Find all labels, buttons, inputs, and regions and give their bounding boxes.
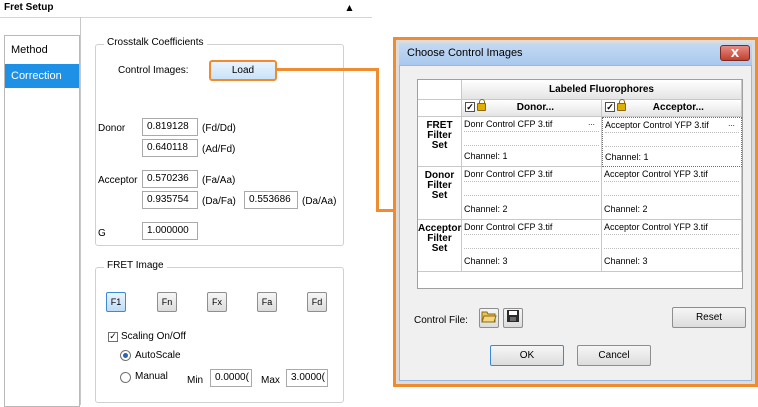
file-name: Donr Control CFP 3.tif [464, 167, 599, 182]
lock-icon [477, 99, 486, 112]
fret-acceptor-cell[interactable]: Acceptor Control YFP 3.tif... Channel: 1 [602, 117, 742, 167]
acceptor-da-fa-unit: (Da/Fa) [202, 196, 236, 207]
donor-fd-dd-unit: (Fd/Dd) [202, 123, 236, 134]
dialog-titlebar: Choose Control Images X [399, 43, 752, 65]
f1-button[interactable]: F1 [106, 292, 126, 312]
cancel-button[interactable]: Cancel [577, 345, 651, 366]
donor-ad-fd-field[interactable]: 0.640118 [142, 139, 198, 157]
fd-button[interactable]: Fd [307, 292, 327, 312]
channel-label: Channel: 1 [464, 151, 508, 161]
scaling-label: Scaling On/Off [121, 331, 186, 342]
blank-row [464, 181, 599, 196]
channel-label: Channel: 3 [604, 256, 648, 266]
connector-line-vertical [376, 68, 379, 212]
min-field[interactable]: 0.0000( [210, 369, 252, 387]
acceptor-da-aa-unit: (Da/Aa) [302, 196, 337, 207]
save-button[interactable] [503, 308, 523, 328]
control-images-label: Control Images: [118, 65, 189, 76]
browse-button[interactable]: ... [726, 119, 737, 131]
close-icon[interactable]: X [720, 45, 750, 61]
g-field[interactable]: 1.000000 [142, 222, 198, 240]
blank-row [605, 132, 739, 147]
manual-label: Manual [135, 371, 168, 382]
row-label-line: Set [431, 190, 448, 201]
channel-label: Channel: 3 [464, 256, 508, 266]
panel-title: Fret Setup [4, 2, 54, 13]
donor-donor-cell[interactable]: Donr Control CFP 3.tif Channel: 2 [462, 167, 602, 220]
manual-radio[interactable] [120, 372, 131, 383]
browse-button[interactable]: ... [586, 118, 597, 130]
channel-label: Channel: 2 [464, 204, 508, 214]
fa-button[interactable]: Fa [257, 292, 277, 312]
row-label-donor: Donor Filter Set [418, 167, 462, 220]
ok-button[interactable]: OK [490, 345, 564, 366]
acceptor-fa-aa-field[interactable]: 0.570236 [142, 170, 198, 188]
row-label-fret: FRET Filter Set [418, 117, 462, 167]
fluorophore-table: Labeled Fluorophores ✓ Donor... ✓ Accept… [417, 79, 743, 289]
row-label-line: Set [431, 243, 448, 254]
panel-title-bar: Fret Setup ▲ [0, 0, 372, 18]
acceptor-column-header[interactable]: ✓ Acceptor... [602, 99, 742, 117]
donor-acceptor-cell[interactable]: Acceptor Control YFP 3.tif Channel: 2 [602, 167, 742, 220]
acceptor-checkbox[interactable]: ✓ [605, 102, 615, 113]
table-corner [418, 80, 462, 100]
donor-column-label: Donor... [516, 102, 555, 113]
g-label: G [98, 228, 106, 239]
donor-ad-fd-unit: (Ad/Fd) [202, 144, 236, 155]
reset-button[interactable]: Reset [672, 307, 746, 328]
blank-row [604, 181, 739, 196]
autoscale-label: AutoScale [135, 350, 181, 361]
divider [80, 17, 81, 405]
max-field[interactable]: 3.0000( [286, 369, 328, 387]
row-label-line: Set [431, 140, 448, 151]
connector-line-horizontal [277, 68, 378, 71]
save-icon [507, 310, 519, 322]
row-label-acceptor: Acceptor Filter Set [418, 220, 462, 272]
donor-label: Donor [98, 123, 126, 134]
acceptor-label: Acceptor [98, 175, 138, 186]
fret-setup-panel: Fret Setup ▲ Method Correction Crosstalk… [0, 0, 372, 407]
acceptor-da-fa-field[interactable]: 0.935754 [142, 191, 198, 209]
sidebar-item-correction[interactable]: Correction [5, 64, 79, 88]
donor-checkbox[interactable]: ✓ [465, 102, 475, 113]
acceptor-column-label: Acceptor... [652, 102, 704, 113]
load-button[interactable]: Load [209, 60, 277, 81]
lock-icon [617, 99, 626, 112]
dialog-title: Choose Control Images [407, 47, 523, 59]
blank-row [464, 131, 599, 146]
max-label: Max [261, 375, 280, 386]
min-label: Min [187, 375, 204, 386]
file-name: Acceptor Control YFP 3.tif [604, 220, 739, 235]
open-folder-button[interactable] [479, 308, 499, 328]
table-corner-2 [418, 100, 462, 117]
acceptor-fa-aa-unit: (Fa/Aa) [202, 175, 236, 186]
acceptor-donor-cell[interactable]: Donr Control CFP 3.tif Channel: 3 [462, 220, 602, 272]
collapse-icon[interactable]: ▲ [345, 3, 354, 12]
crosstalk-legend: Crosstalk Coefficients [104, 37, 207, 48]
blank-row [464, 234, 599, 249]
labeled-fluorophores-header: Labeled Fluorophores [462, 80, 742, 100]
acceptor-da-aa-field[interactable]: 0.553686 [244, 191, 298, 209]
fret-image-legend: FRET Image [104, 260, 167, 271]
acceptor-acceptor-cell[interactable]: Acceptor Control YFP 3.tif Channel: 3 [602, 220, 742, 272]
blank-row [604, 234, 739, 249]
control-file-label: Control File: [414, 315, 468, 326]
donor-fd-dd-field[interactable]: 0.819128 [142, 118, 198, 136]
sidebar-item-method[interactable]: Method [5, 38, 79, 62]
file-name: Donr Control CFP 3.tif [464, 220, 599, 235]
file-name: Acceptor Control YFP 3.tif... [605, 118, 739, 133]
folder-icon [481, 311, 497, 323]
file-name: Acceptor Control YFP 3.tif [604, 167, 739, 182]
scaling-checkbox[interactable]: ✓ [108, 332, 118, 342]
fx-button[interactable]: Fx [207, 292, 227, 312]
donor-column-header[interactable]: ✓ Donor... [462, 99, 602, 117]
choose-control-images-dialog: Choose Control Images X Labeled Fluoroph… [393, 37, 758, 387]
autoscale-radio[interactable] [120, 350, 131, 361]
file-name: Donr Control CFP 3.tif... [464, 117, 599, 132]
fn-button[interactable]: Fn [157, 292, 177, 312]
sidebar: Method Correction [4, 35, 80, 407]
channel-label: Channel: 2 [604, 204, 648, 214]
channel-label: Channel: 1 [605, 152, 649, 162]
fret-donor-cell[interactable]: Donr Control CFP 3.tif... Channel: 1 [462, 117, 602, 167]
